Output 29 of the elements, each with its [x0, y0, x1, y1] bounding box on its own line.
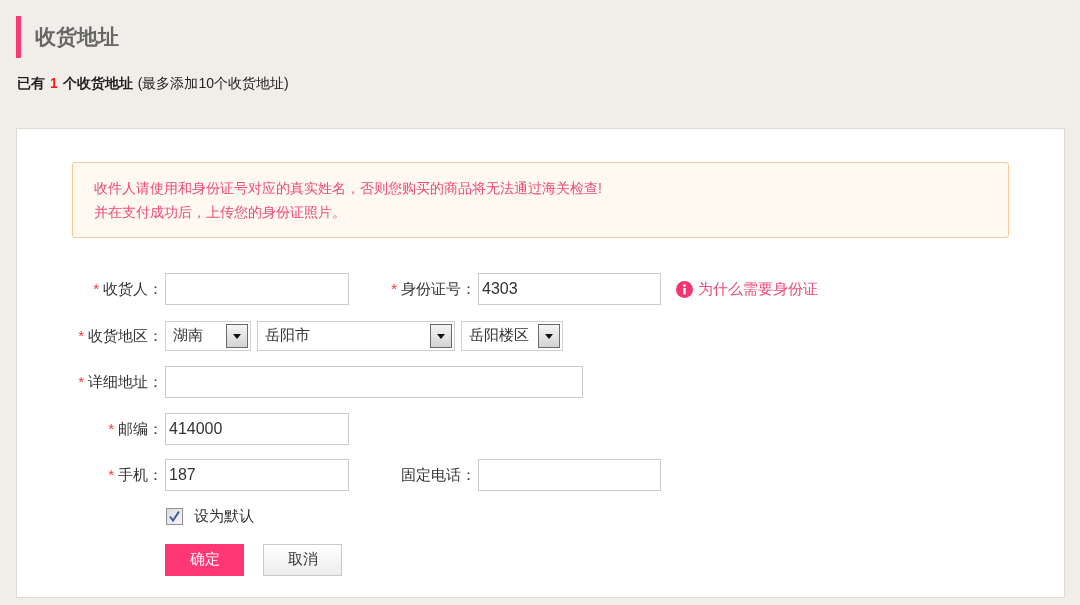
select-field[interactable]: 岳阳市	[257, 320, 455, 351]
cancel-button[interactable]: 取消	[263, 543, 342, 576]
field-label: 固定电话：	[400, 465, 477, 485]
text-input[interactable]	[165, 273, 349, 305]
caret-icon	[226, 323, 248, 348]
info-icon	[676, 280, 693, 298]
address-count-text: 已有 1 个收货地址 (最多添加10个收货地址)	[17, 74, 289, 92]
field-label: * 收货人：	[92, 279, 164, 299]
select-field[interactable]: 湖南	[165, 320, 251, 351]
field-label: * 邮编：	[107, 418, 164, 439]
text-input[interactable]	[165, 366, 583, 398]
text-input[interactable]	[478, 459, 661, 491]
checkbox-label: 设为默认	[194, 507, 254, 526]
select-field[interactable]: 岳阳楼区	[461, 320, 563, 351]
accent-bar	[16, 16, 21, 58]
text-input[interactable]: 4303	[478, 273, 661, 305]
notice-text: 收件人请使用和身份证号对应的真实姓名，否则您购买的商品将无法通过海关检查!	[94, 179, 603, 198]
text-input[interactable]: 414000	[165, 412, 349, 445]
caret-icon	[538, 323, 560, 348]
field-label: * 详细地址：	[77, 372, 164, 392]
field-label: * 手机：	[107, 465, 164, 485]
field-label: * 身份证号：	[390, 279, 477, 299]
caret-icon	[430, 323, 452, 348]
text-input[interactable]: 187	[165, 459, 349, 491]
checkbox[interactable]	[166, 508, 183, 525]
page-title: 收货地址	[35, 24, 119, 50]
notice-text: 并在支付成功后，上传您的身份证照片。	[94, 203, 347, 222]
field-label: * 收货地区：	[77, 325, 164, 346]
help-link[interactable]: 为什么需要身份证	[698, 279, 818, 299]
